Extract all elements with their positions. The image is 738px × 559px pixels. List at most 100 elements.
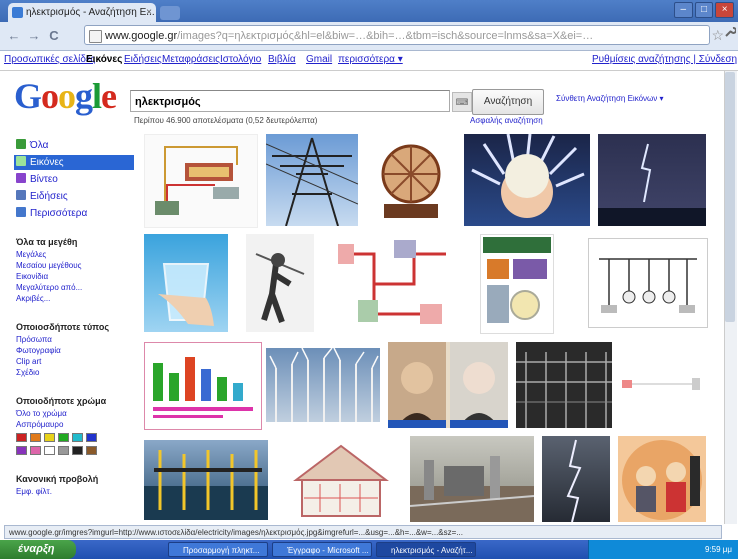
image-result[interactable] [618,436,706,522]
image-result[interactable] [246,234,314,332]
size-link-exact[interactable]: Ακριβές... [16,294,50,303]
keyboard-icon[interactable]: ⌨ [452,92,472,112]
image-result[interactable] [266,134,358,226]
url-path: /images?q=ηλεκτρισμός&hl=el&biw=…&bih=…&… [177,30,594,42]
image-result[interactable] [588,238,708,328]
color-link-bw[interactable]: Ασπρόμαυρο [16,420,63,429]
logo-letter: G [14,76,42,116]
wimshurst-machine-thumbnail [381,144,441,218]
color-swatch[interactable] [16,446,27,455]
address-bar[interactable]: www.google.gr/images?q=ηλεκτρισμός&hl=el… [84,25,710,45]
type-link-photo[interactable]: Φωτογραφία [16,346,61,355]
size-link-medium[interactable]: Μεσαίου μεγέθους [16,261,82,270]
google-favicon-icon [12,7,23,18]
power-pylon-thumbnail [266,137,358,226]
taskbar-item[interactable]: Προσαρμογή πληκτ... [168,542,268,557]
wrench-menu-icon[interactable] [724,26,737,41]
size-link-large[interactable]: Μεγάλες [16,250,46,259]
sidebar-item-images[interactable]: Εικόνες [14,155,134,170]
color-swatch[interactable] [44,446,55,455]
scrollbar-thumb[interactable] [725,72,735,322]
lightning-bolt-thumbnail [566,439,582,522]
forward-button[interactable]: → [26,28,42,44]
reload-button[interactable]: C [46,28,62,44]
nav-link-more[interactable]: περισσότερα ▾ [338,54,403,65]
nav-link-news[interactable]: Ειδήσεις [124,54,162,65]
image-result[interactable] [370,134,452,226]
color-filter-heading[interactable]: Οποιοδήποτε χρώμα [16,396,106,406]
view-heading: Κανονική προβολή [16,474,99,484]
type-filter-heading[interactable]: Οποιοσδήποτε τύπος [16,322,109,332]
minimize-button[interactable]: – [674,2,693,18]
image-result[interactable] [280,440,402,520]
image-result[interactable] [144,342,262,430]
safesearch-link[interactable]: Ασφαλής αναζήτηση [470,116,543,125]
type-link-clipart[interactable]: Clip art [16,357,41,366]
image-result[interactable] [480,234,554,334]
browser-tab[interactable]: ηλεκτρισμός - Αναζήτηση Ε... × [8,3,156,22]
start-button[interactable]: έναρξη [0,540,76,559]
taskbar-item[interactable]: ηλεκτρισμός - Αναζήτ... [376,542,476,557]
google-logo[interactable]: Google [14,76,117,116]
image-result[interactable] [618,362,706,406]
image-result[interactable] [266,348,380,422]
color-swatch[interactable] [58,446,69,455]
tab-close-icon[interactable]: × [146,3,152,22]
color-swatch[interactable] [30,446,41,455]
image-result[interactable] [542,436,610,522]
close-button[interactable]: × [715,2,735,18]
image-result[interactable] [410,436,534,522]
advanced-search-link[interactable]: Σύνθετη Αναζήτηση Εικόνων ▾ [556,94,664,103]
size-link-icon[interactable]: Εικονίδια [16,272,48,281]
bookmark-star-icon[interactable]: ☆ [711,27,724,44]
sidebar-item-videos[interactable]: Βίντεο [14,172,134,187]
view-filter-link[interactable]: Εμφ. φίλτ. [16,487,52,496]
image-result[interactable] [144,440,268,520]
browser-toolbar: ← → C www.google.gr/images?q=ηλεκτρισμός… [0,22,738,51]
type-link-lineart[interactable]: Σχέδιο [16,368,39,377]
nav-link-gmail[interactable]: Gmail [306,54,332,65]
new-tab-button[interactable] [160,6,180,20]
sidebar-item-label: Όλα [30,140,49,151]
nav-link-web[interactable]: Προσωπικές σελίδες [4,54,95,65]
cartoon-thumbnail [622,440,702,520]
size-filter-heading[interactable]: Όλα τα μεγέθη [16,237,77,247]
search-input[interactable]: ηλεκτρισμός [130,90,450,112]
taskbar-item[interactable]: Έγγραφο - Microsoft ... [272,542,372,557]
image-result[interactable] [598,134,706,226]
image-result[interactable] [516,342,612,428]
resistor-sketch-thumbnail [622,378,700,390]
image-result[interactable] [334,234,452,332]
color-swatch[interactable] [58,433,69,442]
color-swatch[interactable] [44,433,55,442]
lineman-thumbnail [255,253,305,324]
nav-link-blogs[interactable]: Ιστολόγιο [220,54,261,65]
nav-link-translate[interactable]: Μεταφράσεις [162,54,220,65]
image-result[interactable] [144,134,258,228]
system-tray: 9:59 μμ [588,540,738,559]
color-link-full[interactable]: Όλο το χρώμα [16,409,67,418]
color-swatch[interactable] [30,433,41,442]
settings-signin-links[interactable]: Ρυθμίσεις αναζήτησης | Σύνδεση [592,54,737,65]
search-button[interactable]: Αναζήτηση [472,89,544,115]
logo-letter: e [101,76,117,116]
sidebar-item-label: Εικόνες [30,157,64,168]
image-result[interactable] [464,134,590,226]
sidebar-item-more[interactable]: Περισσότερα [14,206,134,221]
color-swatch[interactable] [16,433,27,442]
back-button[interactable]: ← [6,28,22,44]
image-result[interactable] [144,234,228,332]
maximize-button[interactable]: □ [694,2,714,18]
color-swatch[interactable] [86,446,97,455]
sidebar-item-news[interactable]: Ειδήσεις [14,189,134,204]
color-swatch[interactable] [86,433,97,442]
image-result[interactable] [388,342,508,428]
color-swatch[interactable] [72,433,83,442]
scientists-portraits-thumbnail [388,342,508,428]
type-link-faces[interactable]: Πρόσωπα [16,335,52,344]
nav-link-images[interactable]: Εικόνες [86,54,122,65]
size-link-larger-than[interactable]: Μεγαλύτερο από... [16,283,82,292]
sidebar-item-all[interactable]: Όλα [14,138,134,153]
color-swatch[interactable] [72,446,83,455]
nav-link-books[interactable]: Βιβλία [268,54,296,65]
